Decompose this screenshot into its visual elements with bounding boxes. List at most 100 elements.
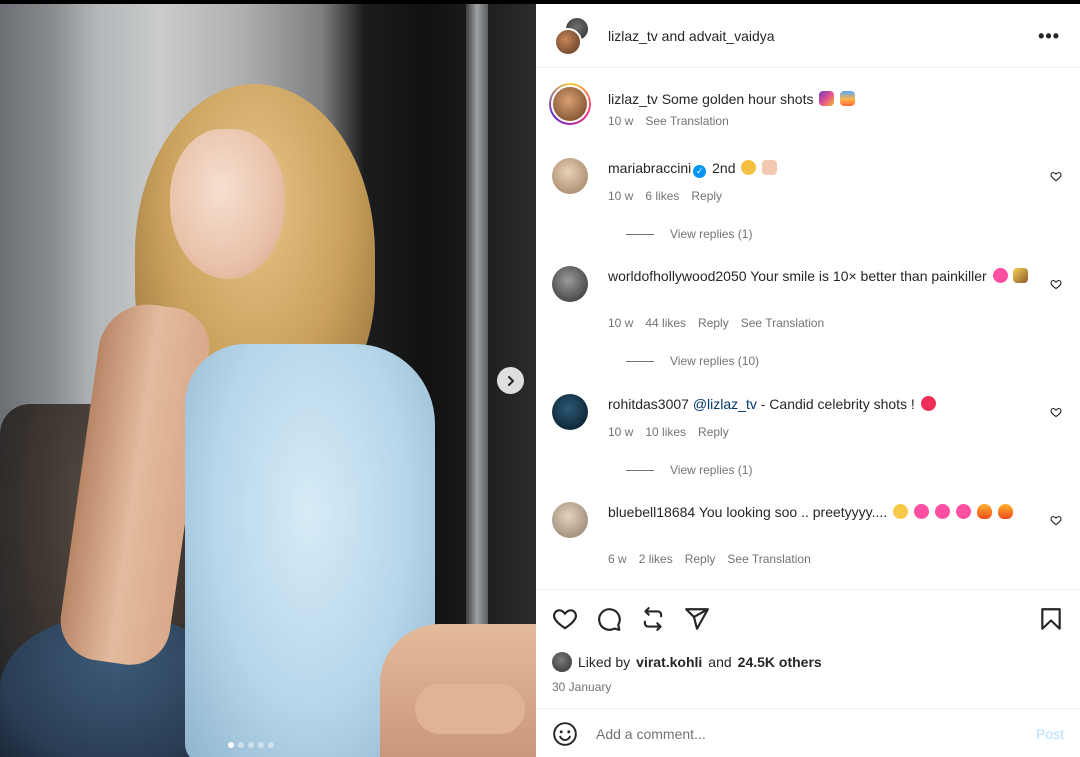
view-replies-button[interactable]: View replies (1): [626, 227, 752, 241]
comment-likes[interactable]: 6 likes: [645, 189, 679, 203]
comments-list[interactable]: lizlaz_tv Some golden hour shots 10 w Se…: [536, 68, 1080, 588]
red-heart-emoji: [920, 396, 936, 411]
comment-likes[interactable]: 10 likes: [645, 425, 686, 439]
collab-avatars[interactable]: [554, 15, 594, 56]
comment-text: worldofhollywood2050 Your smile is 10× b…: [608, 267, 1034, 286]
comment-meta: 10 w See Translation: [608, 114, 729, 128]
avatar[interactable]: [552, 502, 588, 538]
carousel-next-button[interactable]: [497, 367, 524, 394]
comment-time: 6 w: [608, 552, 627, 566]
like-comment-heart-icon[interactable]: [1050, 406, 1062, 418]
verified-badge-icon: ✓: [693, 165, 707, 178]
comment-body: 2nd: [712, 160, 736, 176]
post-author-names[interactable]: lizlaz_tv and advait_vaidya: [608, 28, 775, 44]
avatar[interactable]: [549, 83, 591, 125]
comment-username[interactable]: rohitdas3007: [608, 396, 689, 412]
replies-divider: [626, 233, 654, 235]
send-icon[interactable]: [684, 606, 710, 632]
bookmark-icon[interactable]: [1038, 606, 1064, 632]
pink-heart-emoji: [913, 504, 929, 519]
comment-username[interactable]: mariabraccini: [608, 160, 691, 176]
see-translation-link[interactable]: See Translation: [741, 316, 824, 330]
carousel-dot: [268, 742, 274, 748]
comment-time: 10 w: [608, 114, 634, 128]
caption-text: lizlaz_tv Some golden hour shots: [608, 90, 1034, 109]
pink-heart-emoji: [934, 504, 950, 519]
mention-link[interactable]: @lizlaz_tv: [693, 396, 757, 412]
comment-meta: 10 w 44 likes Reply See Translation: [608, 316, 824, 330]
comment-likes[interactable]: 2 likes: [639, 552, 673, 566]
view-replies-label: View replies (1): [670, 227, 753, 241]
comment-username[interactable]: worldofhollywood2050: [608, 268, 747, 284]
avatar[interactable]: [552, 266, 588, 302]
replies-divider: [626, 360, 654, 362]
comment-time: 10 w: [608, 425, 634, 439]
comment-meta: 10 w 6 likes Reply: [608, 189, 722, 203]
pink-heart-emoji: [955, 504, 971, 519]
carousel-dot: [248, 742, 254, 748]
like-comment-heart-icon[interactable]: [1050, 514, 1062, 526]
photo-face: [170, 129, 285, 279]
comment-text: mariabraccini ✓ 2nd: [608, 159, 1034, 178]
carousel-dot: [228, 742, 234, 748]
view-replies-button[interactable]: View replies (1): [626, 463, 752, 477]
comment-username[interactable]: lizlaz_tv: [608, 91, 658, 107]
like-comment-heart-icon[interactable]: [1050, 278, 1062, 290]
heart-eyes-emoji: [893, 504, 909, 519]
comment-meta: 6 w 2 likes Reply See Translation: [608, 552, 811, 566]
likes-count[interactable]: 24.5K others: [738, 654, 822, 670]
night-city-emoji: [819, 91, 835, 106]
likes-summary[interactable]: Liked by virat.kohli and 24.5K others: [552, 652, 822, 672]
post-actions: Liked by virat.kohli and 24.5K others 30…: [536, 589, 1080, 757]
emoji-picker-icon[interactable]: [552, 721, 578, 747]
comment-time: 10 w: [608, 189, 634, 203]
reply-link[interactable]: Reply: [698, 316, 729, 330]
carousel-dot: [258, 742, 264, 748]
view-replies-button[interactable]: View replies (10): [626, 354, 759, 368]
see-translation-link[interactable]: See Translation: [727, 552, 810, 566]
comment-icon[interactable]: [596, 606, 622, 632]
liked-by-user[interactable]: virat.kohli: [636, 654, 702, 670]
more-options-icon[interactable]: •••: [1038, 26, 1060, 47]
post-date: 30 January: [552, 680, 612, 694]
pink-heart-emoji: [992, 268, 1008, 283]
avatar[interactable]: [552, 158, 588, 194]
comment-time: 10 w: [608, 316, 634, 330]
fire-emoji: [976, 504, 992, 519]
reply-link[interactable]: Reply: [698, 425, 729, 439]
heart-hands-emoji: [762, 160, 778, 175]
comment-username[interactable]: bluebell18684: [608, 504, 695, 520]
comment-body: You looking soo .. preetyyyy....: [698, 504, 888, 520]
heart-outline-icon[interactable]: [552, 606, 578, 632]
likes-prefix: Liked by: [578, 654, 631, 670]
carousel-dot: [238, 742, 244, 748]
comment-body: Some golden hour shots: [661, 91, 814, 107]
replies-divider: [626, 469, 654, 471]
reply-link[interactable]: Reply: [685, 552, 716, 566]
comment-likes[interactable]: 44 likes: [645, 316, 686, 330]
add-comment-bar: Post: [536, 708, 1080, 757]
comment-text: rohitdas3007 @lizlaz_tv - Candid celebri…: [608, 395, 1034, 414]
carousel-dots: [228, 742, 274, 748]
comment-body: Your smile is 10× better than painkiller: [750, 268, 987, 284]
post-photo[interactable]: [0, 4, 536, 757]
view-replies-label: View replies (1): [670, 463, 753, 477]
hugging-face-emoji: [741, 160, 757, 175]
like-comment-heart-icon[interactable]: [1050, 170, 1062, 182]
post-side-panel: lizlaz_tv and advait_vaidya ••• lizlaz_t…: [536, 4, 1080, 757]
reply-link[interactable]: Reply: [691, 189, 722, 203]
magic-wand-emoji: [1013, 268, 1029, 283]
sunrise-emoji: [840, 91, 856, 106]
fire-emoji: [997, 504, 1013, 519]
post-comment-button[interactable]: Post: [1036, 726, 1064, 742]
repost-icon[interactable]: [640, 606, 666, 632]
comment-input[interactable]: [596, 725, 1036, 742]
avatar[interactable]: [552, 394, 588, 430]
chevron-right-icon: [507, 375, 514, 386]
post-header: lizlaz_tv and advait_vaidya •••: [536, 4, 1080, 68]
comment-meta: 10 w 10 likes Reply: [608, 425, 729, 439]
likes-middle: and: [708, 654, 732, 670]
action-icon-row: [552, 606, 1064, 632]
avatar: [554, 27, 582, 56]
see-translation-link[interactable]: See Translation: [645, 114, 728, 128]
